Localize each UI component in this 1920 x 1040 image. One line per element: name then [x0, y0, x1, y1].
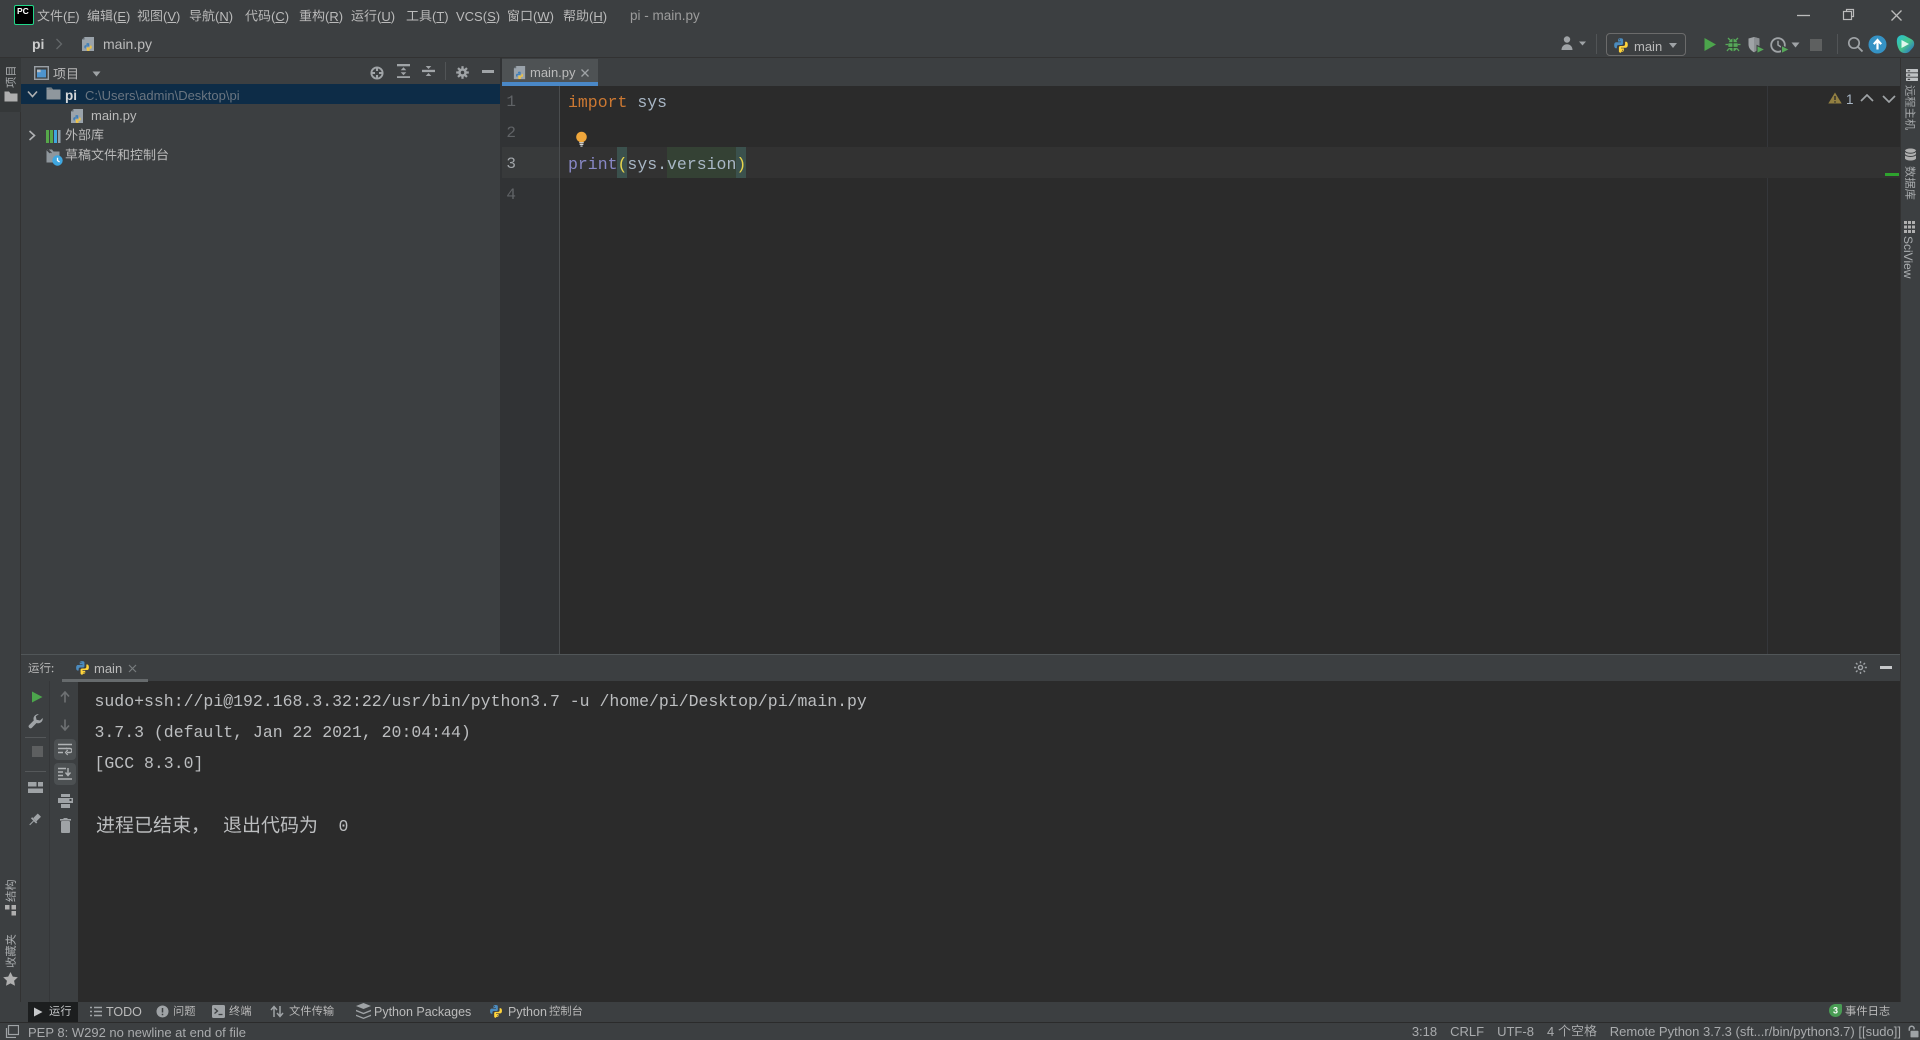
svg-text:3: 3 — [1833, 1006, 1838, 1016]
